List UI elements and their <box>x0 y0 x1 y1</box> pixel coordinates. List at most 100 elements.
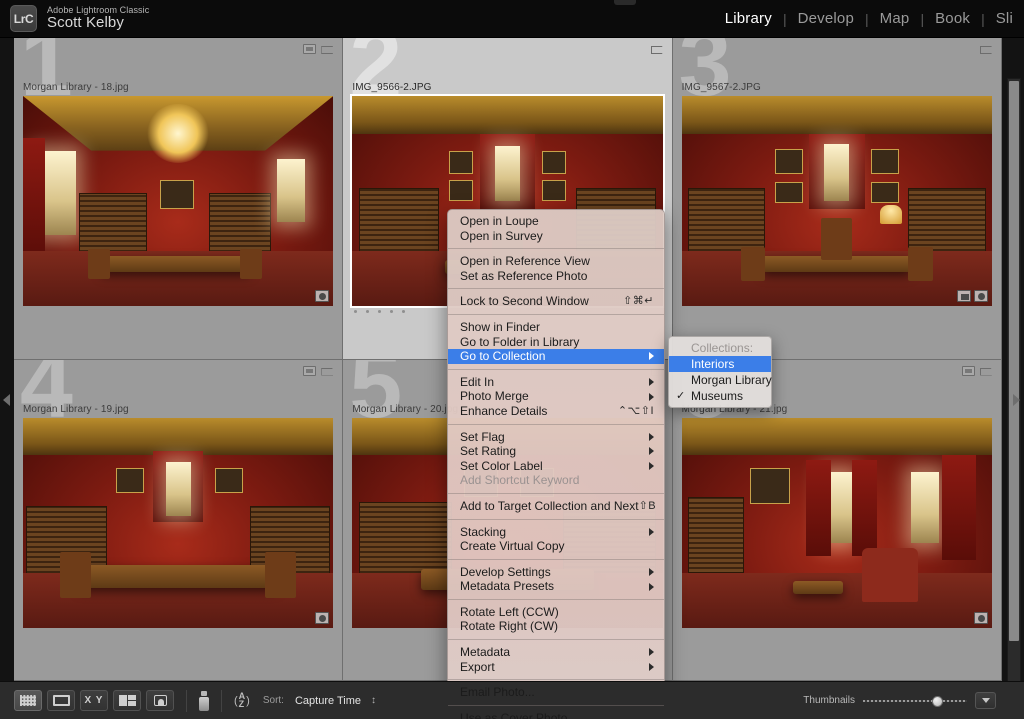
sort-direction-icon[interactable]: (A Z) <box>234 691 250 708</box>
cell-thumbnail[interactable] <box>681 96 992 306</box>
menu-item-rotate-left[interactable]: Rotate Left (CCW) <box>448 605 664 620</box>
sort-value[interactable]: Capture Time <box>295 695 361 707</box>
module-library[interactable]: Library <box>714 10 783 27</box>
cell-thumbnail[interactable] <box>23 417 334 628</box>
toolbar-divider <box>186 689 187 712</box>
submenu-arrow-icon <box>649 582 654 591</box>
menu-item-metadata[interactable]: Metadata <box>448 645 664 660</box>
module-develop[interactable]: Develop <box>787 10 865 27</box>
crop-badge-icon[interactable] <box>303 365 317 376</box>
metadata-badge-icon[interactable] <box>974 611 988 624</box>
menu-separator <box>448 492 664 494</box>
menu-item-metadata-presets[interactable]: Metadata Presets <box>448 579 664 594</box>
module-book[interactable]: Book <box>924 10 981 27</box>
menu-item-label: Open in Reference View <box>460 254 590 269</box>
submenu-arrow-icon <box>649 527 654 536</box>
menu-item-stacking[interactable]: Stacking <box>448 525 664 540</box>
menu-item-add-to-target-collection-and-next[interactable]: Add to Target Collection and Next ⇧B <box>448 499 664 514</box>
module-map[interactable]: Map <box>869 10 921 27</box>
flag-badge-icon[interactable] <box>321 366 334 377</box>
menu-item-label: Add to Target Collection and Next <box>460 498 639 513</box>
identity-plate[interactable]: Adobe Lightroom Classic Scott Kelby <box>47 5 149 32</box>
rating-dots[interactable] <box>354 310 406 313</box>
menu-item-lock-to-second-window[interactable]: Lock to Second Window ⇧⌘↵ <box>448 294 664 309</box>
flag-badge-icon[interactable] <box>980 44 993 55</box>
cell-thumbnail[interactable] <box>23 96 334 306</box>
right-panel-edge[interactable] <box>1002 38 1024 714</box>
submenu-arrow-icon <box>649 648 654 657</box>
grid-scrollbar-thumb[interactable] <box>1009 81 1019 641</box>
thumbnails-slider[interactable] <box>863 694 967 708</box>
grid-view-button[interactable] <box>14 690 42 711</box>
menu-item-go-to-collection[interactable]: Go to Collection <box>448 349 664 364</box>
grid-cell-3[interactable]: 3 IMG_9567-2.JPG <box>672 38 1002 360</box>
menu-item-export[interactable]: Export <box>448 660 664 675</box>
cell-bottom-badges <box>315 290 330 302</box>
menu-item-enhance-details[interactable]: Enhance Details ⌃⌥⇧I <box>448 404 664 419</box>
menu-item-label: Develop Settings <box>460 564 551 579</box>
menu-item-rotate-right[interactable]: Rotate Right (CW) <box>448 619 664 634</box>
metadata-badge-icon[interactable] <box>315 290 330 302</box>
survey-view-button[interactable] <box>113 690 141 711</box>
menu-separator <box>448 679 664 681</box>
submenu-arrow-icon <box>649 567 654 576</box>
photo-image <box>23 417 334 628</box>
photo-image <box>681 96 992 306</box>
left-panel-toggle-icon[interactable] <box>3 394 10 406</box>
photo-image <box>23 96 334 306</box>
cell-filename-label: Morgan Library - 19.jpg <box>23 403 129 415</box>
spray-can-icon[interactable] <box>199 690 209 711</box>
menu-item-label: Go to Folder in Library <box>460 334 580 349</box>
photo-image <box>681 417 992 628</box>
menu-item-edit-in[interactable]: Edit In <box>448 375 664 390</box>
toolbar-options-chevron-icon[interactable] <box>975 692 996 709</box>
compare-view-button[interactable]: X Y <box>80 690 108 711</box>
crop-badge-icon[interactable] <box>303 44 317 54</box>
sort-stepper-icon[interactable]: ↕ <box>371 695 376 705</box>
flag-badge-icon[interactable] <box>651 44 664 55</box>
menu-item-label: Set Rating <box>460 444 517 459</box>
slider-track <box>863 699 967 702</box>
photo-context-menu: Open in Loupe Open in Survey Open in Ref… <box>447 209 665 719</box>
menu-item-set-flag[interactable]: Set Flag <box>448 430 664 445</box>
cell-bottom-badges <box>974 611 988 624</box>
sort-control: (A Z) Sort: Capture Time ↕ <box>234 691 376 708</box>
loupe-icon <box>52 695 70 706</box>
menu-item-set-as-reference-photo[interactable]: Set as Reference Photo <box>448 269 664 284</box>
module-slideshow[interactable]: Sli <box>985 10 1024 27</box>
submenu-item-museums[interactable]: ✓ Museums <box>669 388 771 404</box>
grid-cell-4[interactable]: 4 Morgan Library - 19.jpg <box>14 359 344 681</box>
menu-item-open-in-survey[interactable]: Open in Survey <box>448 229 664 244</box>
module-picker: Library | Develop | Map | Book | Sli <box>714 10 1024 27</box>
submenu-arrow-icon <box>649 432 654 441</box>
flag-badge-icon[interactable] <box>321 44 334 55</box>
menu-item-use-as-cover-photo[interactable]: Use as Cover Photo <box>448 711 664 719</box>
menu-item-set-color-label[interactable]: Set Color Label <box>448 459 664 474</box>
menu-separator <box>448 368 664 370</box>
menu-item-open-in-loupe[interactable]: Open in Loupe <box>448 214 664 229</box>
submenu-item-morgan-library[interactable]: Morgan Library <box>669 372 772 388</box>
menu-item-develop-settings[interactable]: Develop Settings <box>448 565 664 580</box>
metadata-badge-icon[interactable] <box>315 611 330 624</box>
menu-item-show-in-finder[interactable]: Show in Finder <box>448 320 664 335</box>
cell-thumbnail[interactable] <box>681 417 992 628</box>
crop-badge-icon[interactable] <box>957 290 971 302</box>
crop-badge-icon[interactable] <box>962 365 975 376</box>
people-view-button[interactable] <box>146 690 174 711</box>
grid-cell-1[interactable]: 1 Morgan Library - 18.jpg <box>14 38 344 360</box>
right-panel-toggle-icon[interactable] <box>1013 394 1020 406</box>
left-panel-edge[interactable] <box>0 38 14 681</box>
menu-item-label: Open in Loupe <box>460 214 539 228</box>
menu-item-photo-merge[interactable]: Photo Merge <box>448 389 664 404</box>
submenu-item-interiors[interactable]: Interiors <box>669 356 771 372</box>
flag-badge-icon[interactable] <box>980 366 993 377</box>
menu-item-set-rating[interactable]: Set Rating <box>448 444 664 459</box>
menu-item-open-in-reference-view[interactable]: Open in Reference View <box>448 254 664 269</box>
menu-item-create-virtual-copy[interactable]: Create Virtual Copy <box>448 539 664 554</box>
loupe-view-button[interactable] <box>47 690 75 711</box>
slider-knob[interactable] <box>932 695 943 707</box>
menu-item-go-to-folder-in-library[interactable]: Go to Folder in Library <box>448 335 664 350</box>
submenu-item-label: Interiors <box>691 357 735 371</box>
menu-item-email-photo[interactable]: Email Photo... <box>448 685 664 700</box>
metadata-badge-icon[interactable] <box>974 290 988 302</box>
